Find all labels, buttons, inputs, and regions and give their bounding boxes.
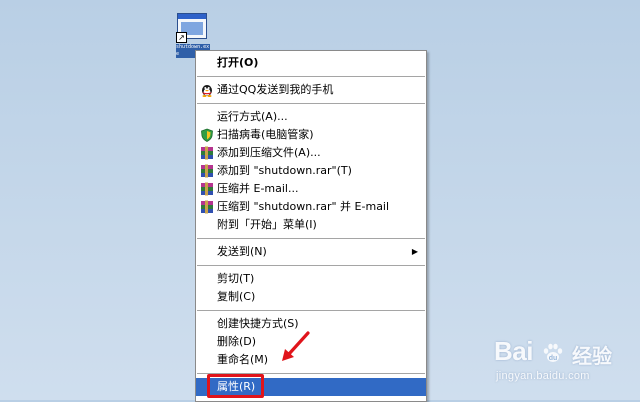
- menu-item-run-as-label: 运行方式(A)...: [217, 110, 288, 123]
- menu-item-scan-virus[interactable]: 扫描病毒(电脑管家): [196, 126, 426, 144]
- menu-item-copy-label: 复制(C): [217, 290, 256, 303]
- menu-separator: [197, 103, 425, 104]
- menu-item-add-archive-label: 添加到压缩文件(A)...: [217, 146, 321, 159]
- winrar-books-icon: [201, 182, 213, 196]
- watermark-domain: jingyan.baidu.com: [496, 370, 590, 382]
- menu-item-pin-start-label: 附到「开始」菜单(I): [217, 218, 317, 231]
- menu-separator: [197, 238, 425, 239]
- menu-item-cut[interactable]: 剪切(T): [196, 270, 426, 288]
- watermark-brand-cn: 经验: [572, 344, 612, 368]
- menu-item-open-label: 打开(O): [217, 56, 259, 69]
- menu-separator: [197, 265, 425, 266]
- menu-separator: [197, 76, 425, 77]
- menu-item-add-archive[interactable]: 添加到压缩文件(A)...: [196, 144, 426, 162]
- shortcut-arrow-icon: ↗: [176, 32, 187, 43]
- watermark-brand: Bai: [494, 336, 533, 366]
- winrar-books-icon: [201, 146, 213, 160]
- menu-item-open[interactable]: 打开(O): [196, 54, 426, 72]
- menu-separator: [197, 310, 425, 311]
- menu-item-add-rar[interactable]: 添加到 "shutdown.rar"(T): [196, 162, 426, 180]
- menu-item-copy[interactable]: 复制(C): [196, 288, 426, 306]
- menu-item-create-shortcut-label: 创建快捷方式(S): [217, 317, 299, 330]
- menu-item-compress-email-label: 压缩并 E-mail...: [217, 182, 299, 195]
- menu-item-compress-rar-email[interactable]: 压缩到 "shutdown.rar" 并 E-mail: [196, 198, 426, 216]
- menu-item-send-to[interactable]: 发送到(N) ▶: [196, 243, 426, 261]
- annotation-highlight-box: [207, 374, 264, 398]
- menu-item-scan-virus-label: 扫描病毒(电脑管家): [217, 128, 314, 141]
- menu-item-compress-email[interactable]: 压缩并 E-mail...: [196, 180, 426, 198]
- menu-item-send-to-label: 发送到(N): [217, 245, 267, 258]
- baidu-paw-icon: du: [543, 343, 563, 362]
- menu-item-run-as[interactable]: 运行方式(A)...: [196, 108, 426, 126]
- menu-item-compress-rar-email-label: 压缩到 "shutdown.rar" 并 E-mail: [217, 200, 390, 213]
- menu-item-rename-label: 重命名(M): [217, 353, 269, 366]
- menu-item-send-qq-label: 通过QQ发送到我的手机: [217, 83, 334, 96]
- menu-item-send-qq[interactable]: 通过QQ发送到我的手机: [196, 81, 426, 99]
- winrar-books-icon: [201, 200, 213, 214]
- menu-item-pin-start[interactable]: 附到「开始」菜单(I): [196, 216, 426, 234]
- submenu-arrow-icon: ▶: [411, 247, 418, 256]
- menu-item-add-rar-label: 添加到 "shutdown.rar"(T): [217, 164, 352, 177]
- baidu-watermark: Bai du 经验 jingyan.baidu.com: [494, 336, 628, 388]
- menu-item-delete-label: 删除(D): [217, 335, 257, 348]
- svg-text:du: du: [549, 355, 558, 362]
- qq-penguin-icon: [202, 85, 212, 97]
- winrar-books-icon: [201, 164, 213, 178]
- annotation-arrow-icon: [282, 331, 310, 361]
- menu-item-cut-label: 剪切(T): [217, 272, 255, 285]
- security-shield-icon: [201, 128, 213, 142]
